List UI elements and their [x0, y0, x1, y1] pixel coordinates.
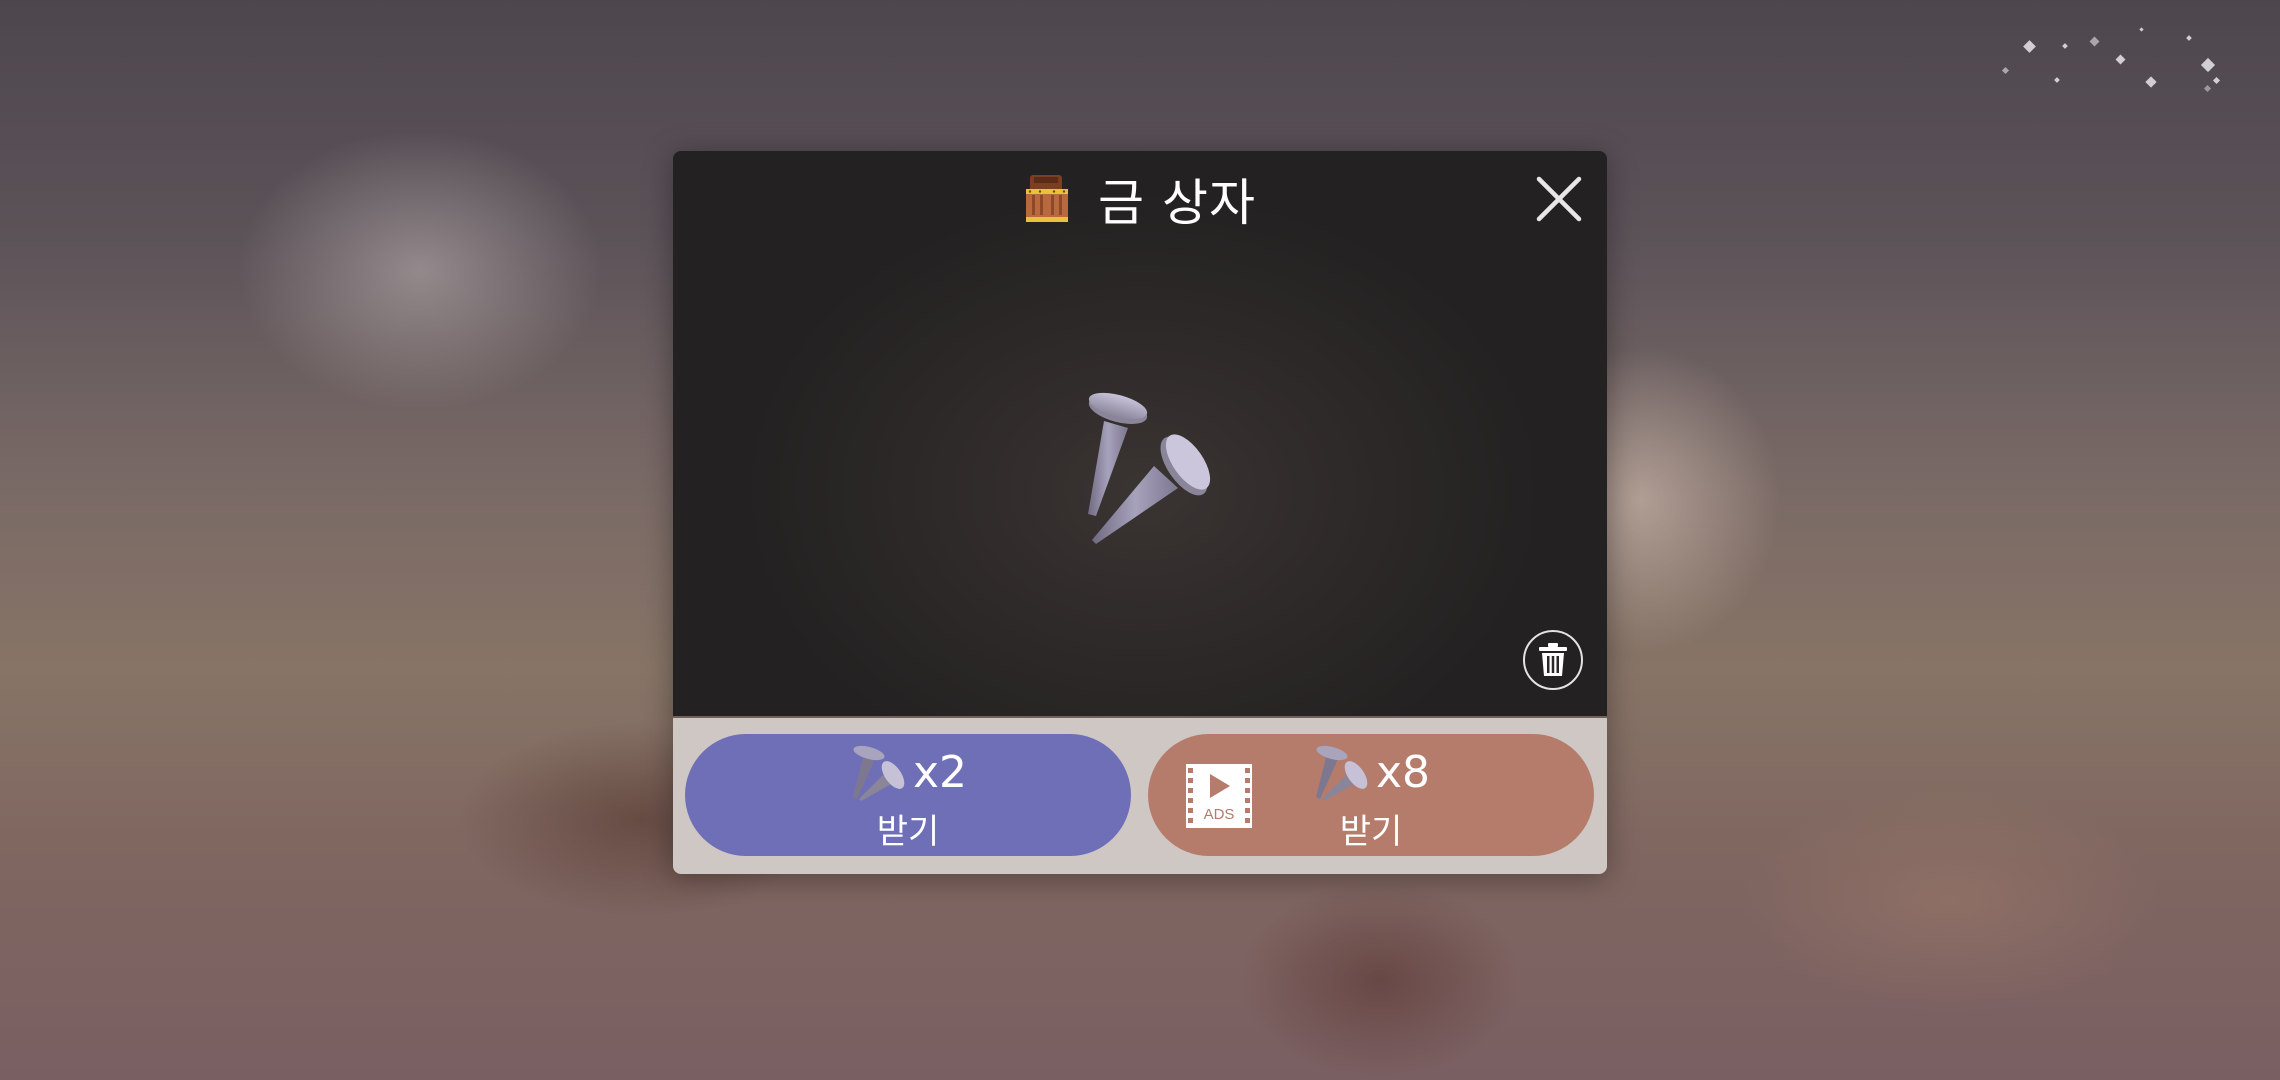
claim-count: x2 — [912, 746, 968, 798]
close-icon[interactable] — [1535, 175, 1583, 223]
nail-icon — [852, 745, 905, 801]
claim-ads-label: 받기 — [1339, 812, 1403, 852]
gold-chest-dialog: 금 상자 x2 받기 ADS x8 받기 — [673, 151, 1607, 874]
claim-ads-button[interactable]: ADS x8 받기 — [1148, 734, 1594, 856]
dialog-footer: x2 받기 ADS x8 받기 — [673, 716, 1607, 874]
claim-ads-reward-row: x8 — [1148, 740, 1594, 804]
claim-label: 받기 — [876, 812, 940, 852]
treasure-chest-icon — [1026, 175, 1069, 222]
dialog-content: 금 상자 — [673, 151, 1607, 716]
claim-button[interactable]: x2 받기 — [685, 734, 1131, 856]
trash-icon — [1539, 643, 1567, 676]
discard-button[interactable] — [1523, 630, 1583, 690]
dialog-title: 금 상자 — [1098, 174, 1256, 232]
sparkle-decoration — [1995, 20, 2225, 100]
claim-ads-count: x8 — [1375, 746, 1431, 798]
nail-icon — [1315, 745, 1368, 801]
nails-icon — [1088, 392, 1211, 544]
claim-reward-row: x2 — [685, 740, 1131, 804]
dialog-header: 금 상자 — [673, 169, 1607, 232]
